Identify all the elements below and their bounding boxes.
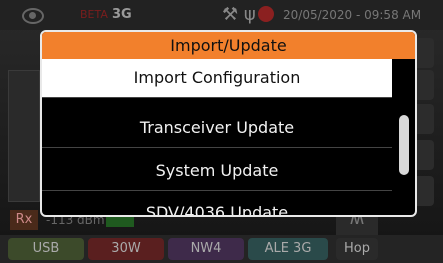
rx-label: Rx xyxy=(10,210,38,230)
bottom-label-ale: ALE 3G xyxy=(264,241,312,256)
network-label: 3G xyxy=(112,7,132,22)
eye-icon xyxy=(22,8,44,24)
bottom-label-30w: 30W xyxy=(111,241,141,256)
bottom-button-ale[interactable]: ALE 3G xyxy=(248,238,328,260)
import-update-dialog: Import/Update Import Configuration Trans… xyxy=(40,30,417,217)
menu-item-sdv-update[interactable]: SDV/4036 Update xyxy=(42,194,392,217)
alert-icon xyxy=(258,6,274,22)
usb-icon: ⚒ ψ xyxy=(222,4,256,25)
bottom-label-nw4: NW4 xyxy=(190,241,222,256)
menu-item-label: System Update xyxy=(155,161,279,180)
datetime-label: 20/05/2020 - 09:58 AM xyxy=(283,8,422,22)
left-panel xyxy=(8,70,40,202)
menu-item-label: SDV/4036 Update xyxy=(145,203,289,217)
bottom-button-nw4[interactable]: NW4 xyxy=(168,238,244,260)
menu-item-import-configuration[interactable]: Import Configuration xyxy=(42,59,392,98)
menu-item-transceiver-update[interactable]: Transceiver Update xyxy=(42,109,392,148)
bottom-button-30w[interactable]: 30W xyxy=(88,238,164,260)
dialog-title: Import/Update xyxy=(42,32,415,59)
menu-item-label: Import Configuration xyxy=(133,68,301,87)
bottom-label-usb: USB xyxy=(32,241,60,256)
menu-item-label: Transceiver Update xyxy=(139,118,295,137)
scrollbar[interactable] xyxy=(396,60,412,213)
bottom-label-hop: Hop xyxy=(344,241,370,256)
bottom-button-hop[interactable]: Hop xyxy=(336,238,378,260)
beta-label: BETA xyxy=(80,8,108,21)
status-bar: BETA 3G ⚒ ψ 20/05/2020 - 09:58 AM xyxy=(0,0,443,30)
menu-item-system-update[interactable]: System Update xyxy=(42,152,392,191)
bottom-button-usb[interactable]: USB xyxy=(8,238,84,260)
scrollbar-thumb[interactable] xyxy=(399,115,409,175)
